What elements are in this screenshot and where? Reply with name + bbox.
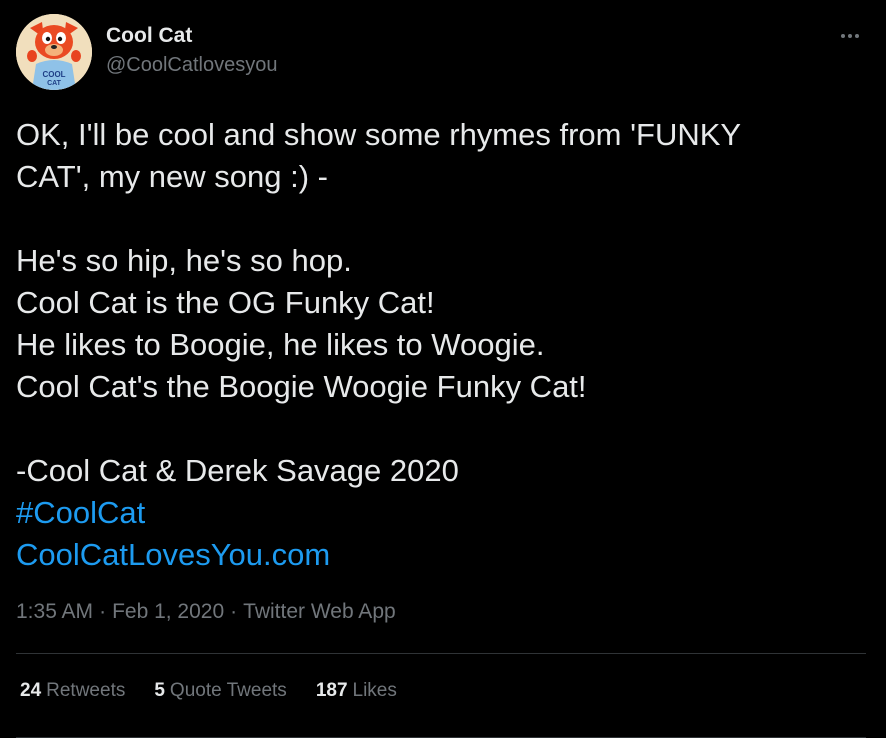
retweets-label: Retweets (46, 680, 126, 701)
author-display-name[interactable]: Cool Cat (106, 24, 192, 48)
likes-count: 187 (315, 680, 348, 701)
tweet-line: CAT', my new song :) - (16, 159, 328, 194)
more-dot-icon (848, 34, 852, 38)
quote-tweets-count: 5 (154, 680, 165, 701)
meta-separator: · (230, 600, 238, 623)
tweet-time[interactable]: 1:35 AM (16, 600, 93, 623)
more-dot-icon (841, 34, 845, 38)
cool-cat-mascot-icon: COOL CAT (16, 14, 92, 90)
retweets-count: 24 (20, 680, 42, 701)
engagement-stats: 24 Retweets 5 Quote Tweets 187 Likes (20, 680, 426, 702)
tweet-line (16, 198, 866, 240)
tweet-detail: COOL CAT Cool Cat @CoolCatlovesyou OK, I… (0, 0, 886, 738)
more-dot-icon (855, 34, 859, 38)
more-options-button[interactable] (832, 22, 868, 50)
likes-label: Likes (352, 680, 397, 701)
divider (16, 653, 866, 654)
tweet-metadata: 1:35 AM · Feb 1, 2020 · Twitter Web App (16, 600, 396, 624)
quote-tweets-label: Quote Tweets (169, 680, 287, 701)
tweet-date[interactable]: Feb 1, 2020 (112, 600, 224, 623)
author-handle[interactable]: @CoolCatlovesyou (106, 54, 278, 77)
meta-separator: · (99, 600, 107, 623)
svg-text:CAT: CAT (47, 80, 62, 87)
hashtag-link[interactable]: #CoolCat (16, 492, 866, 534)
tweet-line (16, 408, 866, 450)
retweets-stat[interactable]: 24 Retweets (20, 680, 125, 702)
tweet-text: OK, I'll be cool and show some rhymes fr… (16, 114, 866, 576)
tweet-line: He's so hip, he's so hop. (16, 243, 352, 278)
likes-stat[interactable]: 187 Likes (316, 680, 397, 702)
avatar[interactable]: COOL CAT (16, 14, 92, 90)
tweet-line: He likes to Boogie, he likes to Woogie. (16, 327, 545, 362)
tweet-line: -Cool Cat & Derek Savage 2020 (16, 453, 459, 488)
tweet-line: OK, I'll be cool and show some rhymes fr… (16, 117, 742, 152)
tweet-line: Cool Cat is the OG Funky Cat! (16, 285, 435, 320)
quote-tweets-stat[interactable]: 5 Quote Tweets (154, 680, 286, 702)
tweet-source[interactable]: Twitter Web App (243, 600, 396, 623)
tweet-line: Cool Cat's the Boogie Woogie Funky Cat! (16, 369, 587, 404)
website-link[interactable]: CoolCatLovesYou.com (16, 534, 866, 576)
svg-text:COOL: COOL (42, 70, 65, 79)
